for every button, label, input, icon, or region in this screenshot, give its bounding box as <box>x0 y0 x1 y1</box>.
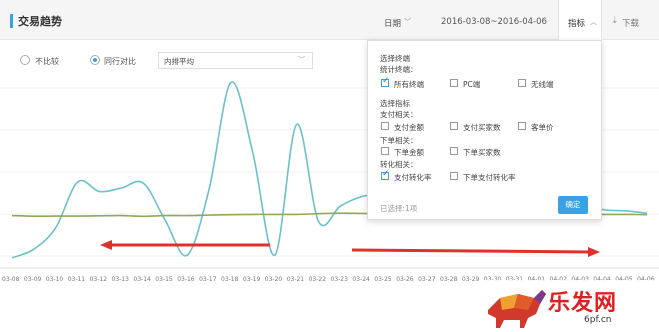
label-unit-price[interactable]: 客单价 <box>531 122 554 133</box>
x-tick-label: 03-27 <box>418 276 436 283</box>
x-tick-label: 03-12 <box>89 276 108 283</box>
x-tick-label: 03-19 <box>242 276 261 283</box>
checkbox-pay-buyers[interactable] <box>450 122 458 130</box>
checkbox-order-pay-conversion[interactable] <box>450 172 458 180</box>
x-tick-label: 03-21 <box>286 276 305 283</box>
arrow-right-shaft <box>351 248 593 254</box>
label-wireless[interactable]: 无线端 <box>531 79 554 90</box>
x-tick-label: 03-23 <box>330 276 348 283</box>
label-pay-amount[interactable]: 支付金额 <box>394 122 424 133</box>
group-pay-title: 支付相关： <box>380 110 418 119</box>
x-tick-label: 03-22 <box>308 276 327 283</box>
checkbox-unit-price[interactable] <box>518 122 526 130</box>
x-tick-label: 03-20 <box>264 276 283 283</box>
label-order-buyers[interactable]: 下单买家数 <box>463 147 501 158</box>
x-tick-label: 03-10 <box>45 276 64 283</box>
x-tick-label: 03-17 <box>199 276 217 283</box>
checkbox-all-terminals[interactable] <box>381 76 390 87</box>
checkbox-pay-amount[interactable] <box>381 122 389 130</box>
group-order-title: 下单相关： <box>380 136 418 145</box>
watermark-url: 6pf.cn <box>584 315 612 325</box>
metric-dropdown-panel: 选择终端 统计终端： 所有终端 PC端 无线端 选择指标 支付相关： 支付金额 … <box>367 40 602 220</box>
x-tick-label: 03-11 <box>67 276 86 283</box>
x-tick-label: 03-29 <box>461 276 480 283</box>
label-all-terminals[interactable]: 所有终端 <box>394 79 424 90</box>
checkbox-order-buyers[interactable] <box>450 147 458 155</box>
watermark-text: 乐发网 <box>548 290 618 316</box>
label-pay-conversion[interactable]: 支付转化率 <box>394 172 432 183</box>
confirm-button[interactable]: 确定 <box>558 196 588 214</box>
checkbox-pc[interactable] <box>450 79 458 87</box>
x-tick-label: 03-16 <box>177 276 195 283</box>
section-terminal-title: 选择终端 <box>380 54 410 63</box>
x-tick-label: 03-26 <box>396 276 414 283</box>
checkbox-pay-conversion[interactable] <box>381 169 390 180</box>
x-tick-label: 03-25 <box>374 276 392 283</box>
bull-logo-icon <box>488 290 546 328</box>
checkbox-wireless[interactable] <box>518 79 526 87</box>
label-pay-buyers[interactable]: 支付买家数 <box>463 122 501 133</box>
x-tick-label: 03-18 <box>221 276 239 283</box>
arrow-left-head <box>100 240 112 250</box>
x-tick-label: 03-08 <box>2 276 20 283</box>
x-tick-label: 03-28 <box>440 276 458 283</box>
section-metric-title: 选择指标 <box>380 99 410 108</box>
label-order-amount[interactable]: 下单金额 <box>394 147 424 158</box>
checkbox-order-amount[interactable] <box>381 147 389 155</box>
x-tick-label: 03-13 <box>111 276 129 283</box>
x-tick-label: 03-15 <box>155 276 173 283</box>
section-terminal-sub: 统计终端： <box>380 65 418 74</box>
selected-count: 已选择:1项 <box>380 204 418 213</box>
x-tick-label: 03-24 <box>352 276 370 283</box>
label-order-pay-conversion[interactable]: 下单支付转化率 <box>463 172 516 183</box>
x-tick-label: 03-09 <box>23 276 42 283</box>
x-tick-label: 03-14 <box>133 276 151 283</box>
label-pc[interactable]: PC端 <box>463 79 480 90</box>
